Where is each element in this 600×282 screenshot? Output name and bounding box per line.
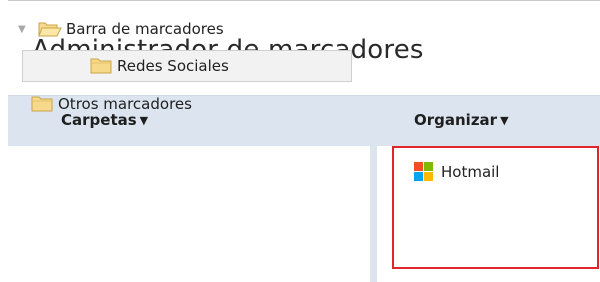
tree-item-label: Barra de marcadores: [66, 20, 224, 38]
organize-menu-label: Organizar: [414, 111, 498, 129]
pane-splitter[interactable]: [370, 146, 377, 282]
organize-menu-button[interactable]: Organizar ▼: [414, 111, 509, 129]
folder-icon: [30, 95, 54, 113]
folder-tree-pane: [8, 146, 370, 282]
highlight-box: [392, 146, 599, 269]
open-folder-icon: [38, 20, 62, 38]
expand-triangle-icon[interactable]: ▼: [18, 24, 32, 35]
tree-item-social-networks[interactable]: Redes Sociales: [22, 50, 352, 82]
folder-icon: [89, 57, 113, 75]
tree-item-other-bookmarks[interactable]: Otros marcadores: [30, 88, 192, 120]
tree-item-label: Otros marcadores: [58, 95, 192, 113]
tree-item-label: Redes Sociales: [117, 57, 229, 75]
caret-down-icon: ▼: [500, 114, 509, 127]
tree-item-bookmarks-bar[interactable]: ▼ Barra de marcadores: [18, 13, 224, 45]
